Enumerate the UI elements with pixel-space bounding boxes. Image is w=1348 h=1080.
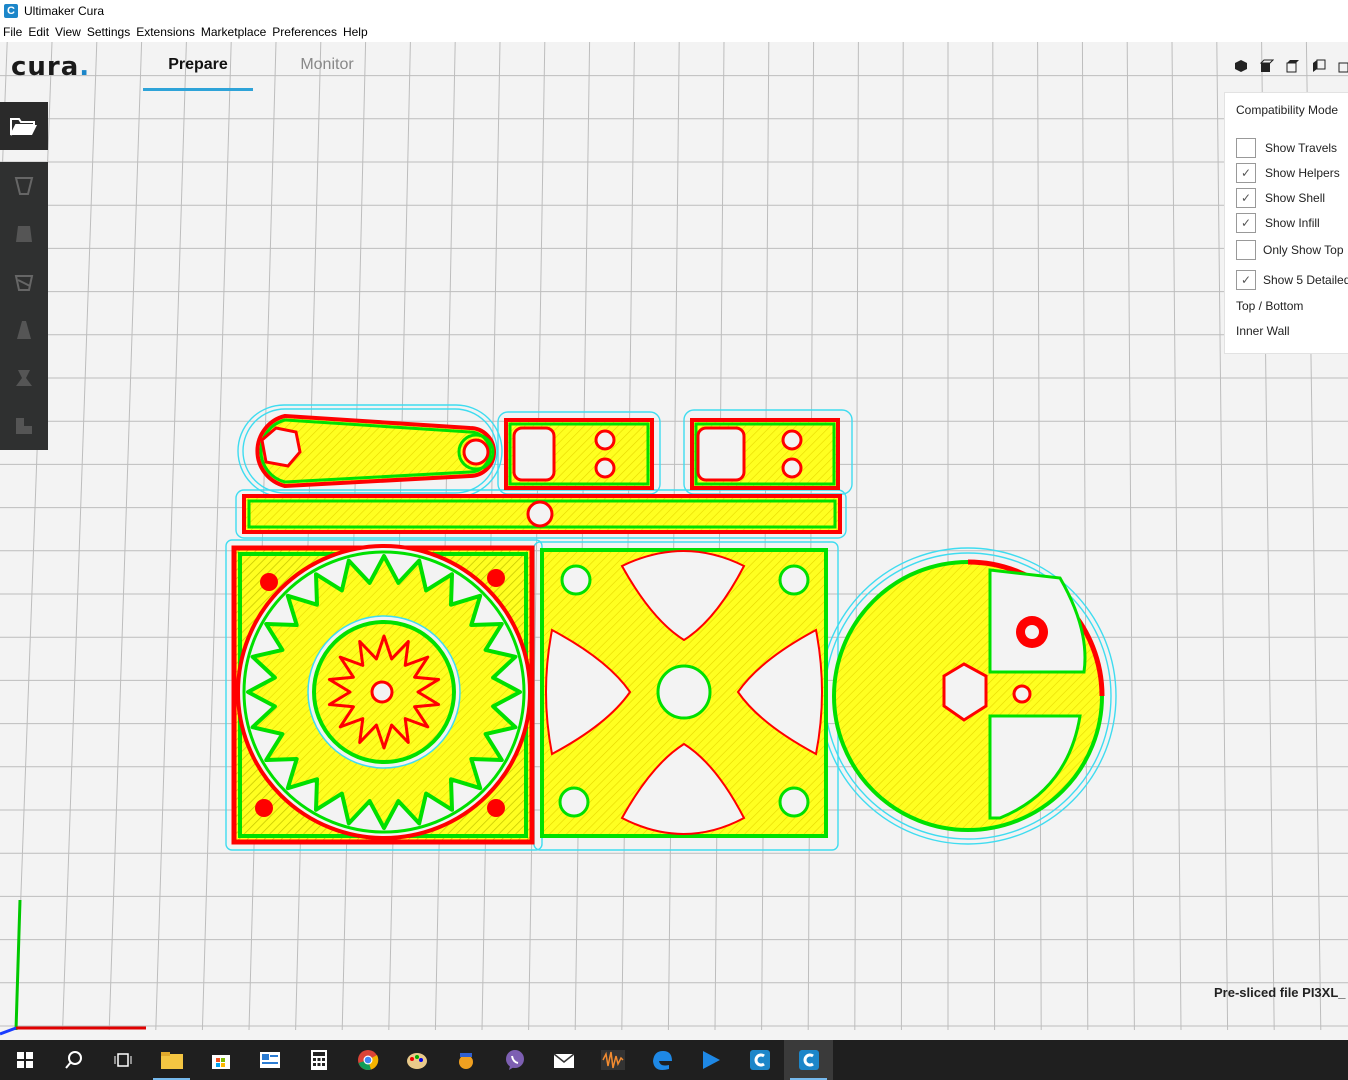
support-blocker-tool[interactable]: [0, 402, 48, 450]
3d-viewport[interactable]: [0, 42, 1348, 1040]
legend-inner-wall: Inner Wall: [1236, 324, 1290, 338]
view-orientation-buttons: [1228, 56, 1348, 76]
move-tool[interactable]: [0, 162, 48, 210]
tool-sidebar: [0, 162, 48, 450]
top-view-icon[interactable]: [1280, 56, 1306, 76]
tab-prepare[interactable]: Prepare: [143, 56, 253, 91]
rotate-tool[interactable]: [0, 258, 48, 306]
option-only-show-top[interactable]: Only Show Top: [1236, 240, 1344, 260]
front-view-icon[interactable]: [1254, 56, 1280, 76]
audio-editor-icon[interactable]: [588, 1040, 637, 1080]
media-player-icon[interactable]: [686, 1040, 735, 1080]
3d-view-icon[interactable]: [1228, 56, 1254, 76]
bug-icon[interactable]: [441, 1040, 490, 1080]
option-show-shell[interactable]: ✓ Show Shell: [1236, 188, 1325, 208]
presliced-file-status: Pre-sliced file PI3XL_: [1214, 985, 1346, 1000]
windows-start-icon[interactable]: [0, 1040, 49, 1080]
show-shell-label: Show Shell: [1265, 191, 1326, 205]
calculator-icon[interactable]: [294, 1040, 343, 1080]
menu-file[interactable]: File: [3, 25, 22, 39]
option-show-infill[interactable]: ✓ Show Infill: [1236, 213, 1320, 233]
task-view-icon[interactable]: [98, 1040, 147, 1080]
logo-text: cura: [11, 52, 80, 82]
scale-tool[interactable]: [0, 210, 48, 258]
mail-icon[interactable]: [539, 1040, 588, 1080]
show-detailed-label: Show 5 Detailed: [1263, 273, 1348, 287]
option-show-travels[interactable]: Show Travels: [1236, 138, 1337, 158]
only-show-top-label: Only Show Top: [1263, 243, 1344, 257]
open-file-button[interactable]: [0, 102, 48, 150]
only-show-top-checkbox[interactable]: [1236, 240, 1256, 260]
legend-top-bottom: Top / Bottom: [1236, 299, 1304, 313]
right-view-icon[interactable]: [1332, 56, 1348, 76]
chrome-icon[interactable]: [343, 1040, 392, 1080]
mirror-tool[interactable]: [0, 306, 48, 354]
menu-help[interactable]: Help: [343, 25, 368, 39]
view-mode-selector[interactable]: Compatibility Mode: [1236, 103, 1338, 117]
show-helpers-label: Show Helpers: [1265, 166, 1340, 180]
menu-edit[interactable]: Edit: [28, 25, 49, 39]
support-blocker-icon: [16, 418, 32, 434]
viber-icon[interactable]: [490, 1040, 539, 1080]
build-plate: [0, 42, 1348, 1040]
file-explorer-icon[interactable]: [147, 1040, 196, 1080]
menu-extensions[interactable]: Extensions: [136, 25, 195, 39]
paint-icon[interactable]: [392, 1040, 441, 1080]
rotate-icon: [14, 275, 34, 291]
show-shell-checkbox[interactable]: ✓: [1236, 188, 1256, 208]
menu-preferences[interactable]: Preferences: [272, 25, 337, 39]
title-bar: C Ultimaker Cura: [0, 0, 1348, 22]
edge-icon[interactable]: [637, 1040, 686, 1080]
option-show-detailed[interactable]: ✓ Show 5 Detailed: [1236, 270, 1348, 290]
menu-settings[interactable]: Settings: [87, 25, 130, 39]
left-view-icon[interactable]: [1306, 56, 1332, 76]
show-infill-checkbox[interactable]: ✓: [1236, 213, 1256, 233]
search-icon[interactable]: [49, 1040, 98, 1080]
cura-active-icon[interactable]: [784, 1040, 833, 1080]
cura-icon[interactable]: [735, 1040, 784, 1080]
mirror-icon: [17, 321, 31, 339]
store-icon[interactable]: [196, 1040, 245, 1080]
option-show-helpers[interactable]: ✓ Show Helpers: [1236, 163, 1340, 183]
show-helpers-checkbox[interactable]: ✓: [1236, 163, 1256, 183]
per-model-settings-icon: [16, 370, 32, 386]
show-travels-label: Show Travels: [1265, 141, 1338, 155]
cura-app-icon: C: [4, 4, 18, 18]
layer-view-panel: Compatibility Mode Show Travels ✓ Show H…: [1224, 92, 1348, 354]
show-infill-label: Show Infill: [1265, 216, 1320, 230]
per-model-settings-tool[interactable]: [0, 354, 48, 402]
news-icon[interactable]: [245, 1040, 294, 1080]
windows-taskbar: [0, 1040, 1348, 1080]
tab-monitor[interactable]: Monitor: [272, 56, 382, 88]
show-travels-checkbox[interactable]: [1236, 138, 1256, 158]
folder-open-icon: [10, 118, 37, 136]
show-detailed-checkbox[interactable]: ✓: [1236, 270, 1256, 290]
menu-marketplace[interactable]: Marketplace: [201, 25, 266, 39]
menu-bar: File Edit View Settings Extensions Marke…: [0, 22, 1348, 42]
cura-logo: cura.: [11, 52, 91, 82]
menu-view[interactable]: View: [55, 25, 81, 39]
scale-icon: [16, 226, 32, 242]
window-title: Ultimaker Cura: [24, 4, 105, 18]
move-icon: [14, 177, 34, 195]
